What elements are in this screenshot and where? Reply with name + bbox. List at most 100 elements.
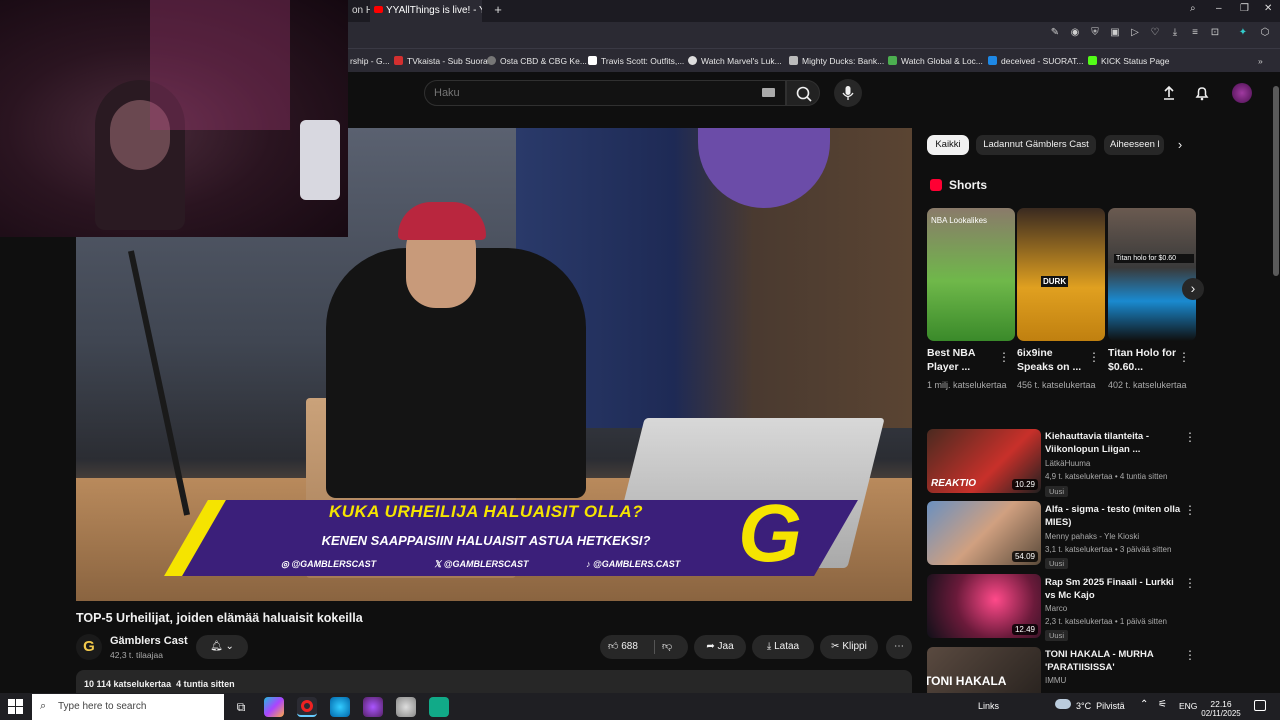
new-tab-plus-icon[interactable]: +	[490, 2, 506, 18]
camera-icon[interactable]: ◉	[1068, 26, 1082, 40]
network-icon[interactable]: ⚟	[1158, 699, 1167, 710]
minimize-icon[interactable]: –	[1216, 3, 1228, 17]
search-button[interactable]	[786, 80, 820, 106]
more-vertical-icon[interactable]: ⋮	[1184, 576, 1196, 590]
close-window-icon[interactable]: ✕	[1264, 3, 1276, 17]
channel-name[interactable]: Menny pahaks - Yle Kioski	[1045, 531, 1185, 543]
app-icon[interactable]	[429, 697, 449, 717]
channel-avatar[interactable]: G	[76, 634, 102, 660]
video-thumbnail[interactable]: 54.09	[927, 501, 1041, 565]
shield-icon[interactable]: ⛨	[1088, 26, 1102, 40]
opera-icon[interactable]	[297, 697, 317, 717]
video-title[interactable]: Kiehauttavia tilanteita - Viikonlopun Li…	[1045, 430, 1185, 456]
video-thumbnail[interactable]: TONI HAKALA	[927, 647, 1041, 693]
keyboard-icon[interactable]	[762, 88, 775, 97]
more-vertical-icon[interactable]: ⋮	[998, 350, 1010, 364]
clock-date[interactable]: 02/11/2025	[1198, 709, 1244, 718]
browser-tab[interactable]: on H	[348, 0, 370, 22]
short-title[interactable]: 6ix9ine Speaks on ...	[1017, 346, 1087, 374]
more-vertical-icon[interactable]: ⋮	[1184, 503, 1196, 517]
more-vertical-icon[interactable]: ⋮	[1184, 430, 1196, 444]
video-thumbnail[interactable]: REAKTIO 10.29	[927, 429, 1041, 493]
bookmark[interactable]: Travis Scott: Outfits,...	[588, 49, 684, 73]
cube-icon[interactable]: ▣	[1108, 26, 1122, 40]
browser-tab-active[interactable]: YYAllThings is live! - YouT	[370, 0, 482, 22]
bookmark-label: rship - G...	[350, 56, 390, 66]
video-title[interactable]: TONI HAKALA - MURHA 'PARATIISISSA'	[1045, 648, 1185, 674]
video-title[interactable]: Alfa - sigma - testo (miten olla MIES)	[1045, 503, 1185, 529]
bookmark[interactable]: Mighty Ducks: Bank...	[789, 49, 884, 73]
chevron-right-icon[interactable]: ›	[1172, 137, 1188, 153]
more-actions-button[interactable]: ⋯	[886, 635, 912, 659]
channel-name[interactable]: Marco	[1045, 603, 1185, 615]
channel-name[interactable]: LätkäHuuma	[1045, 458, 1185, 470]
task-view-icon[interactable]: ⧉	[231, 697, 251, 717]
youtube-icon	[374, 6, 383, 13]
like-button[interactable]: 👍︎ 688	[608, 641, 638, 652]
bookmark[interactable]: deceived - SUORAT...	[988, 49, 1084, 73]
notification-center-icon[interactable]	[1254, 700, 1266, 711]
links-toolbar[interactable]: Links	[978, 701, 999, 711]
short-thumbnail[interactable]: DURK	[1017, 208, 1105, 341]
notifications-button[interactable]	[1193, 84, 1211, 102]
taskbar-search[interactable]: ⌕ Type here to search	[32, 694, 224, 720]
start-button[interactable]	[8, 699, 23, 714]
chip-from-channel[interactable]: Ladannut Gämblers Cast	[976, 135, 1096, 155]
maximize-icon[interactable]: ❐	[1240, 3, 1252, 17]
chip-all[interactable]: Kaikki	[927, 135, 969, 155]
share-button[interactable]: ➦ Jaa	[694, 635, 746, 659]
avatar[interactable]	[1232, 83, 1252, 103]
short-title[interactable]: Best NBA Player ...	[927, 346, 997, 374]
extension-icon[interactable]: ✦	[1236, 26, 1250, 40]
description-box[interactable]: 10 114 katselukertaa 4 tuntia sitten	[76, 670, 912, 693]
bookmark[interactable]: TVkaista - Sub Suora	[394, 49, 488, 73]
bookmark[interactable]: rship - G...	[350, 49, 390, 73]
chevron-up-icon[interactable]: ⌃	[1140, 699, 1148, 710]
bookmark[interactable]: Osta CBD & CBG Ke...	[487, 49, 587, 73]
edge-icon[interactable]	[330, 697, 350, 717]
short-title[interactable]: Titan Holo for $0.60...	[1108, 346, 1178, 374]
discord-icon[interactable]	[363, 697, 383, 717]
more-bookmarks-icon[interactable]: »	[1258, 49, 1263, 73]
lock-icon[interactable]: ⊡	[1208, 26, 1222, 40]
short-thumbnail[interactable]: Titan holo for $0.60	[1108, 208, 1196, 341]
channel-name[interactable]: IMMU	[1045, 675, 1185, 687]
play-icon[interactable]: ▷	[1128, 26, 1142, 40]
edit-icon[interactable]: ✎	[1048, 26, 1062, 40]
menu-icon[interactable]: ≡	[1188, 26, 1202, 40]
more-vertical-icon[interactable]: ⋮	[1088, 350, 1100, 364]
scrollbar-track[interactable]	[1272, 72, 1280, 693]
bookmark[interactable]: KICK Status Page	[1088, 49, 1170, 73]
scrollbar-thumb[interactable]	[1273, 86, 1279, 276]
heart-icon[interactable]: ♡	[1148, 26, 1162, 40]
subscribed-notifications-button[interactable]: 🔔︎ ⌄	[196, 635, 248, 659]
channel-logo-letter: G	[83, 638, 95, 655]
video-thumbnail[interactable]: 12.49	[927, 574, 1041, 638]
download-icon[interactable]: ⤓	[1168, 26, 1182, 40]
settings-icon[interactable]: ⬡	[1258, 26, 1272, 40]
weather-widget[interactable]: 3°C Pilvistä	[1076, 701, 1125, 711]
shorts-next-button[interactable]: ›	[1182, 278, 1204, 300]
clip-button[interactable]: ✂ Klippi	[820, 635, 878, 659]
new-badge: Uusi	[1045, 558, 1069, 569]
more-vertical-icon[interactable]: ⋮	[1178, 350, 1190, 364]
disney-icon	[789, 56, 798, 65]
copilot-icon[interactable]	[264, 697, 284, 717]
app-icon[interactable]	[396, 697, 416, 717]
video-title[interactable]: Rap Sm 2025 Finaali - Lurkki vs Mc Kajo	[1045, 576, 1185, 602]
chip-related[interactable]: Aiheeseen l	[1104, 135, 1164, 155]
shorts-heading: Shorts	[949, 178, 988, 192]
download-button[interactable]: ⤓ Lataa	[752, 635, 814, 659]
voice-search-button[interactable]	[834, 79, 862, 107]
more-vertical-icon[interactable]: ⋮	[1184, 648, 1196, 662]
search-input[interactable]	[434, 82, 734, 104]
upload-button[interactable]	[1160, 84, 1178, 102]
language-indicator[interactable]: ENG	[1179, 701, 1197, 711]
bookmark[interactable]: Watch Marvel's Luk...	[688, 49, 782, 73]
dislike-button[interactable]: 👎︎	[662, 635, 672, 659]
short-thumbnail[interactable]: NBA Lookalikes	[927, 208, 1015, 341]
bookmark[interactable]: Watch Global & Loc...	[888, 49, 983, 73]
clock-time[interactable]: 22.16	[1203, 699, 1239, 709]
video-meta: 2,3 t. katselukertaa • 1 päivä sitten	[1045, 617, 1167, 626]
search-tabs-icon[interactable]: ⌕	[1190, 3, 1204, 17]
